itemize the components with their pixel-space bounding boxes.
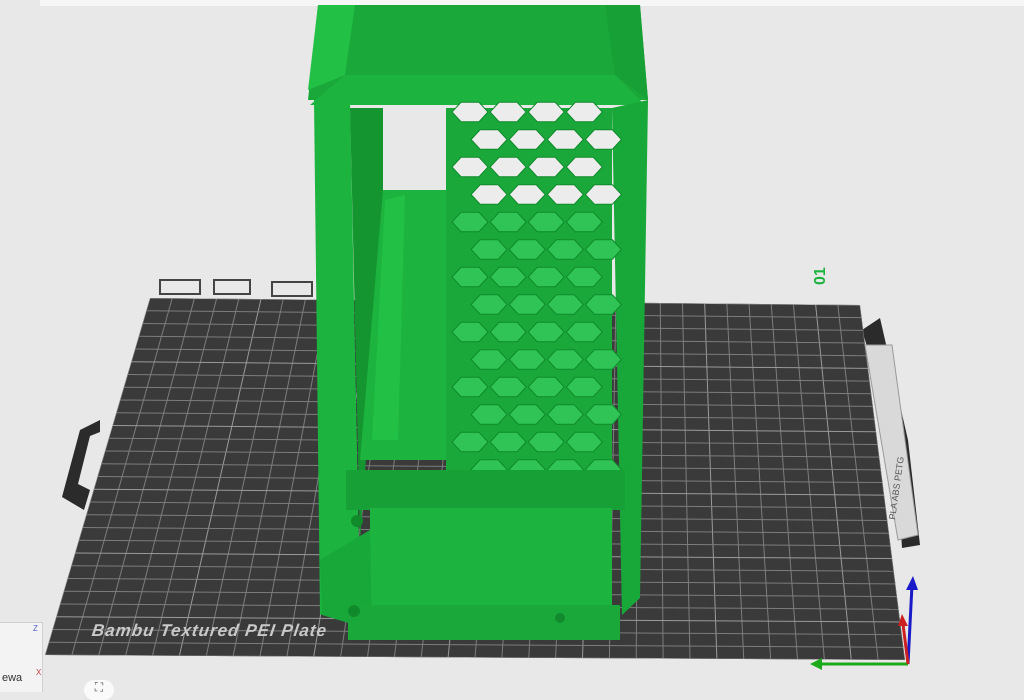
scene[interactable]: PLA ABS PETG [0, 0, 1024, 691]
fit-view-icon[interactable]: ⛶ [84, 680, 114, 700]
plate-number-label: 01 [812, 267, 829, 285]
mini-axis-z-label: Z [33, 624, 38, 633]
plate-name-label: Bambu Textured PEI Plate [90, 621, 329, 640]
3d-viewport[interactable]: PLA ABS PETG Bambu Textured PEI Plate 01 [0, 0, 1024, 691]
side-panel-label: ewa [2, 672, 23, 684]
plate-back-icons [159, 279, 313, 297]
mini-axis-x-label: X [36, 668, 42, 677]
printed-model[interactable] [308, 5, 648, 640]
